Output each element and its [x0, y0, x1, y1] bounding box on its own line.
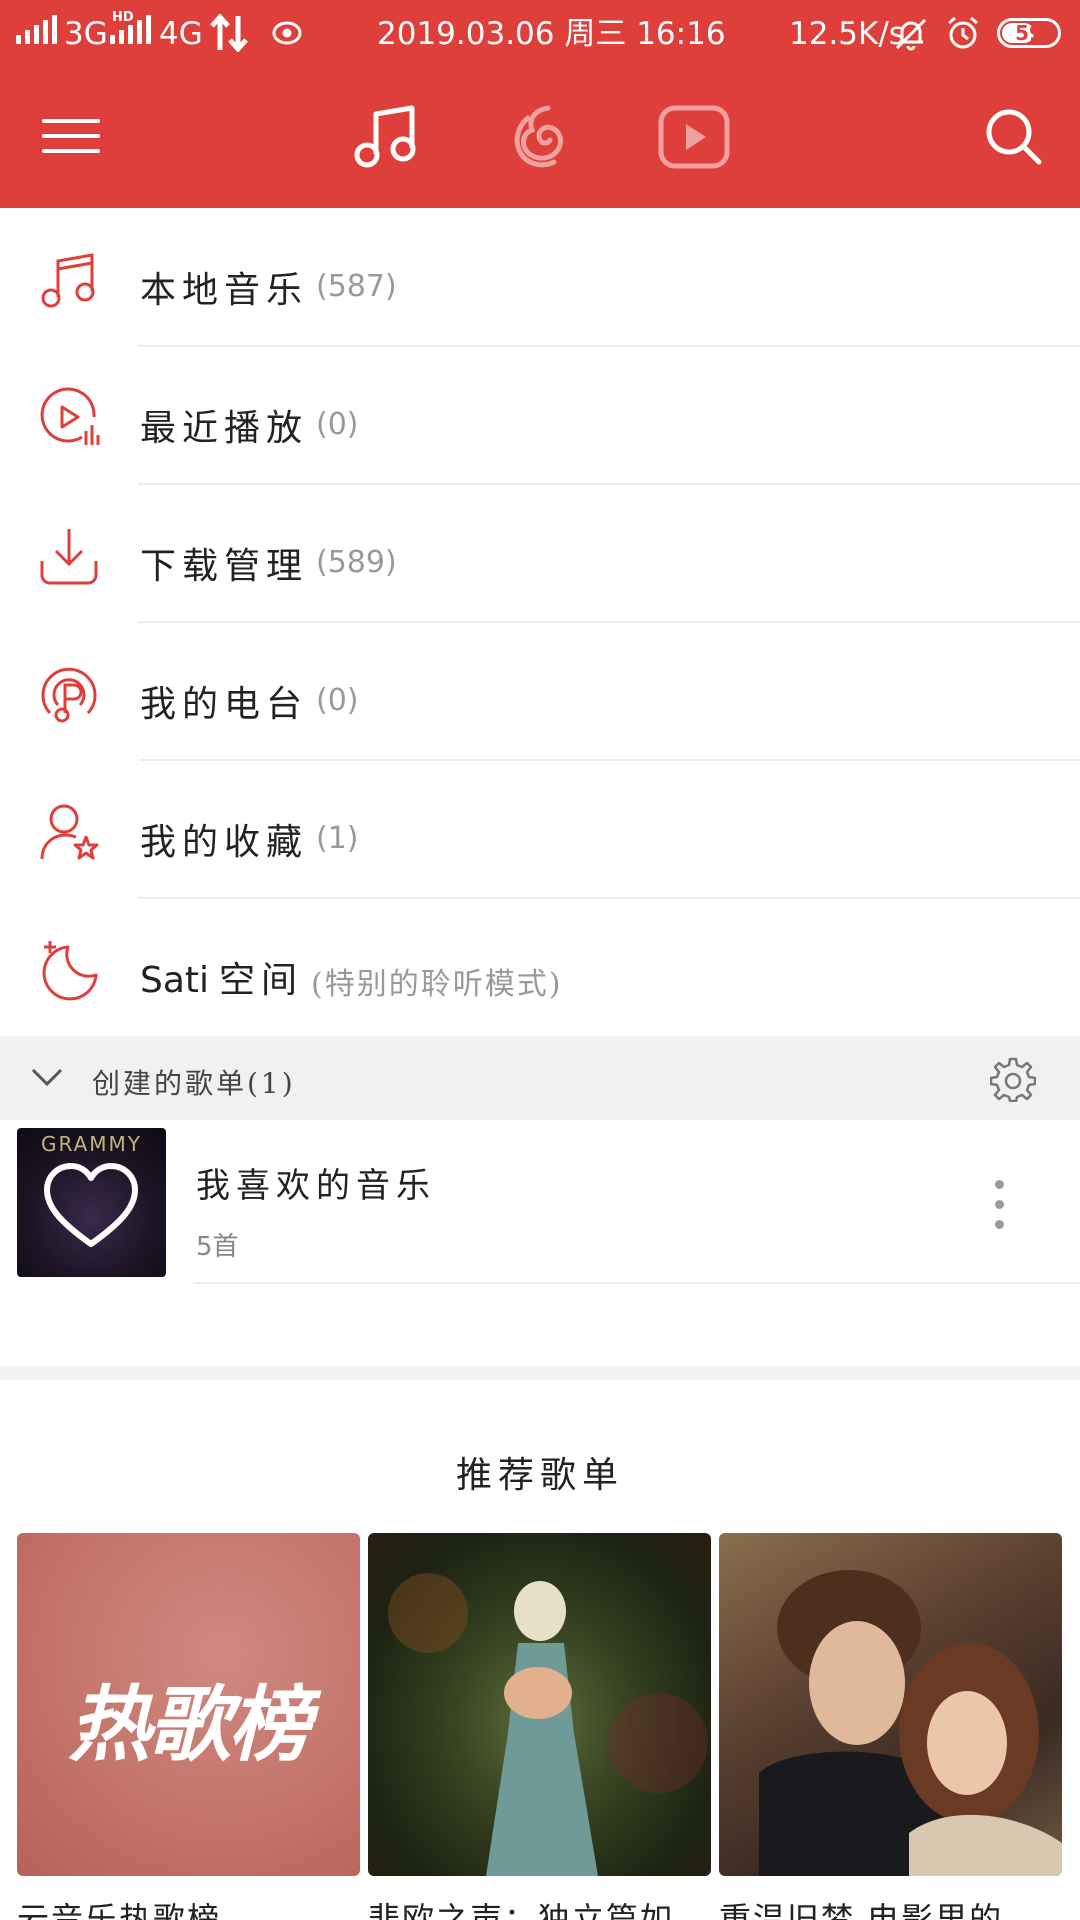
moon-icon [42, 941, 98, 1001]
menu-count: (特别的聆听模式) [311, 967, 563, 1002]
recommended-card-movie[interactable] [719, 1533, 1062, 1876]
network-type-1: 3G [64, 16, 108, 52]
menu-item-my-radio[interactable]: 我的电台 (0) [0, 623, 1080, 761]
user-star-icon [40, 804, 99, 860]
heart-icon [44, 1163, 138, 1247]
menu-label: 下载管理 [140, 546, 309, 587]
signal-icon [16, 14, 57, 44]
menu-count: (0) [316, 683, 359, 718]
battery-percent: 59 [1015, 21, 1043, 45]
music-note-icon [41, 253, 95, 308]
music-tab-icon[interactable] [352, 104, 420, 170]
top-app-bar: 3G HD 4G 2019.03.06 周三 16:16 12.5K/s 59 [0, 0, 1080, 208]
more-options-icon[interactable] [988, 1180, 1012, 1230]
alarm-icon [948, 16, 978, 49]
menu-item-recent-play[interactable]: 最近播放 (0) [0, 347, 1080, 485]
menu-count: (589) [316, 545, 397, 580]
discover-tab-icon[interactable] [508, 104, 574, 170]
video-tab-icon[interactable] [657, 104, 731, 170]
status-datetime: 2019.03.06 周三 16:16 [377, 16, 726, 52]
recommended-caption: 悲欧之声：独立篇如... [368, 1900, 711, 1920]
chevron-down-icon[interactable] [30, 1066, 64, 1088]
network-type-2: 4G [159, 16, 203, 52]
menu-label: 最近播放 [140, 408, 309, 449]
drawer-menu-button[interactable] [42, 113, 100, 159]
playlist-cover: GRAMMY [17, 1128, 166, 1277]
menu-item-local-music[interactable]: 本地音乐 (587) [0, 209, 1080, 347]
menu-label: Sati 空间 [140, 951, 303, 1003]
signal-icon-2 [110, 14, 151, 44]
menu-label-cn: 空间 [219, 960, 304, 1001]
gear-icon[interactable] [990, 1056, 1036, 1102]
network-speed: 12.5K/s [789, 16, 905, 52]
recent-play-icon [40, 387, 100, 445]
eye-icon [272, 21, 302, 45]
cover-photo-figure [388, 1573, 708, 1876]
recommended-title: 推荐歌单 [455, 1455, 624, 1496]
silent-bell-icon [895, 18, 927, 51]
menu-label-latin: Sati [140, 960, 210, 1001]
recommended-card-indie[interactable] [368, 1533, 711, 1876]
created-playlists-header[interactable]: 创建的歌单(1) [0, 1036, 1080, 1120]
menu-label: 我的收藏 [140, 822, 309, 863]
search-icon[interactable] [985, 108, 1043, 166]
menu-count: (587) [316, 269, 397, 304]
menu-item-my-favorites[interactable]: 我的收藏 (1) [0, 761, 1080, 899]
data-transfer-icon [210, 14, 248, 52]
playlist-title: 我喜欢的音乐 [196, 1166, 436, 1206]
cover-photo-couple [759, 1570, 1062, 1876]
menu-label: 我的电台 [140, 684, 309, 725]
recommended-caption: 云音乐热歌榜 [17, 1900, 222, 1920]
download-icon [40, 529, 98, 585]
menu-count: (0) [316, 407, 359, 442]
battery-indicator: 59 [997, 18, 1061, 48]
recommended-card-hot-chart[interactable]: 热歌榜 [17, 1533, 360, 1876]
recommended-caption: 重温旧梦 电影里的... [719, 1900, 1040, 1920]
menu-label: 本地音乐 [140, 270, 309, 311]
section-title: 创建的歌单(1) [92, 1067, 296, 1100]
radio-icon [41, 667, 97, 723]
menu-item-download-manager[interactable]: 下载管理 (589) [0, 485, 1080, 623]
menu-count: (1) [316, 821, 359, 856]
menu-item-sati-space[interactable]: Sati 空间 (特别的聆听模式) [0, 899, 1080, 1037]
status-bar: 3G HD 4G 2019.03.06 周三 16:16 12.5K/s 59 [0, 0, 1080, 70]
playlist-row[interactable]: GRAMMY 我喜欢的音乐 5首 [0, 1128, 1080, 1284]
divider [194, 1282, 1080, 1284]
playlist-track-count: 5首 [196, 1232, 239, 1262]
cover-brand-text: GRAMMY [41, 1132, 142, 1156]
hot-chart-logo-text: 热歌榜 [68, 1678, 311, 1773]
section-separator [0, 1366, 1080, 1380]
